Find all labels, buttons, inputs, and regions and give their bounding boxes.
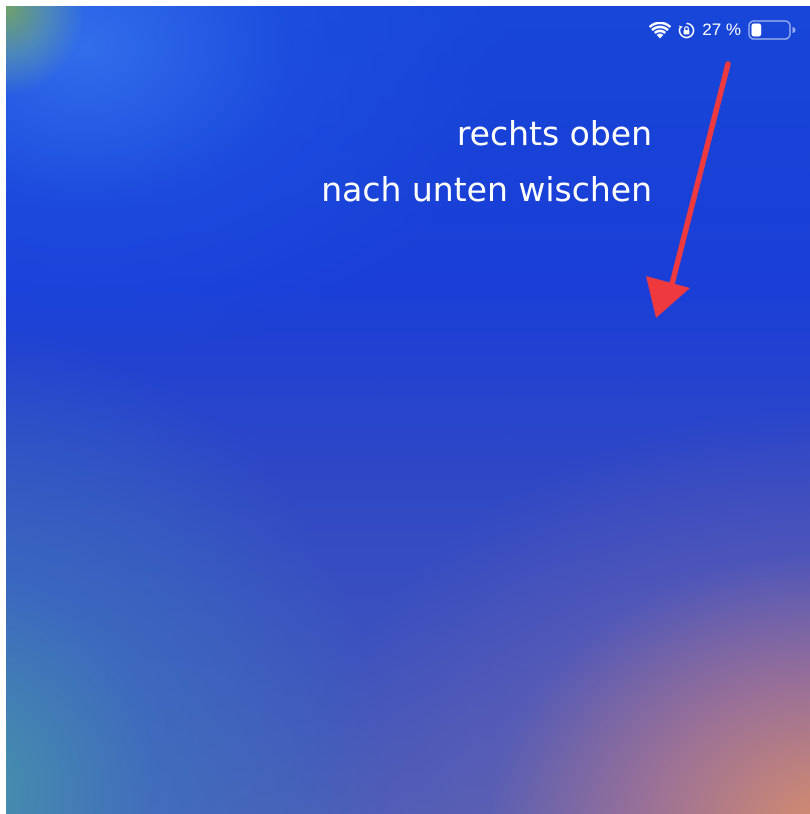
home-screen-wallpaper: 27 % rechts oben nach unten wischen	[6, 6, 810, 814]
swipe-direction-arrow-icon	[646, 61, 731, 318]
